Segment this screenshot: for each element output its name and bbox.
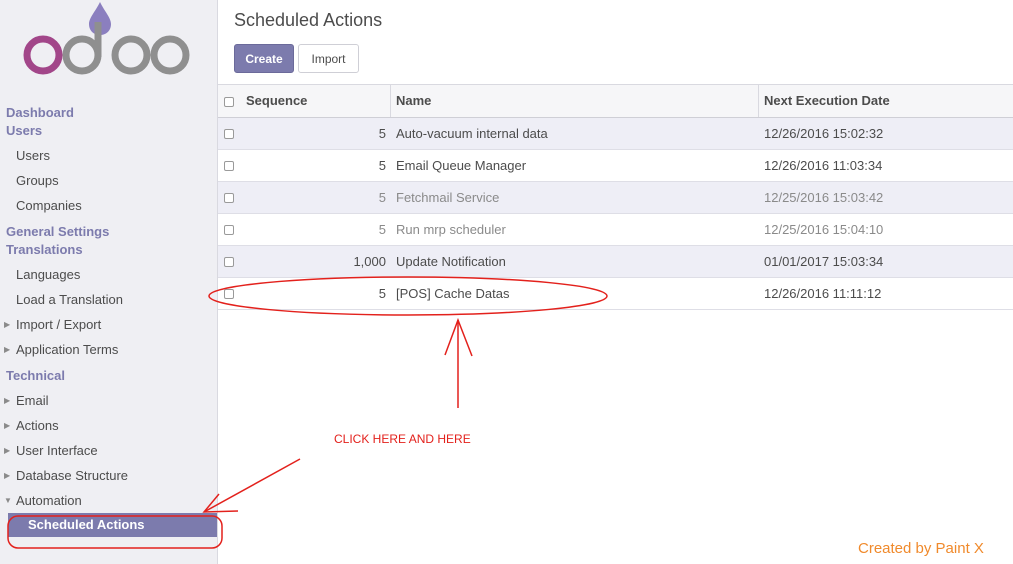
column-divider [758,85,759,117]
create-button[interactable]: Create [234,44,294,73]
odoo-logo[interactable] [20,0,195,82]
sidebar-item-user-interface[interactable]: ▶ User Interface [0,438,217,463]
sidebar-item-groups[interactable]: Groups [0,168,217,193]
scheduled-actions-table: Sequence Name Next Execution Date 5 Auto… [218,84,1013,310]
menu-dashboard[interactable]: Dashboard [0,104,217,122]
column-header-sequence[interactable]: Sequence [246,85,386,117]
cell-next-execution-date: 01/01/2017 15:03:34 [764,254,884,269]
row-checkbox[interactable] [224,129,234,139]
cell-sequence: 5 [378,286,386,301]
sidebar-item-label: Email [16,393,49,408]
caret-right-icon: ▶ [4,446,11,455]
annotation-text: CLICK HERE AND HERE [334,432,471,446]
sidebar-item-label: Companies [16,198,82,213]
cell-name: Run mrp scheduler [396,222,506,237]
table-row[interactable]: 5 Fetchmail Service 12/25/2016 15:03:42 [218,182,1013,214]
cell-sequence: 5 [378,190,386,205]
sidebar-item-label: Application Terms [16,342,119,357]
cell-name: Auto-vacuum internal data [396,126,548,141]
sidebar-menu: Dashboard Users Users Groups Companies G… [0,104,217,537]
table-row[interactable]: 5 Run mrp scheduler 12/25/2016 15:04:10 [218,214,1013,246]
sidebar-item-label: Automation [16,493,82,508]
table-row[interactable]: 1,000 Update Notification 01/01/2017 15:… [218,246,1013,278]
cell-name: Email Queue Manager [396,158,527,173]
sidebar-item-label: User Interface [16,443,98,458]
cell-next-execution-date: 12/25/2016 15:03:42 [764,190,884,205]
cell-next-execution-date: 12/26/2016 15:02:32 [764,126,884,141]
row-checkbox[interactable] [224,225,234,235]
sidebar-item-load-translation[interactable]: Load a Translation [0,287,217,312]
row-checkbox[interactable] [224,161,234,171]
menu-translations-header[interactable]: Translations [0,241,217,259]
row-checkbox[interactable] [224,193,234,203]
cell-next-execution-date: 12/26/2016 11:11:12 [764,286,882,301]
sidebar-item-application-terms[interactable]: ▶ Application Terms [0,337,217,362]
sidebar-item-label: Scheduled Actions [28,517,145,532]
cell-sequence: 5 [378,222,386,237]
watermark-text: Created by Paint X [858,540,984,557]
sidebar-item-label: Groups [16,173,59,188]
column-header-next-execution-date[interactable]: Next Execution Date [764,85,1004,117]
main-content: Scheduled Actions Create Import Sequence… [218,0,1013,564]
sidebar-item-scheduled-actions[interactable]: Scheduled Actions [8,513,217,537]
row-checkbox[interactable] [224,289,234,299]
table-row[interactable]: 5 Email Queue Manager 12/26/2016 11:03:3… [218,150,1013,182]
sidebar-item-label: Languages [16,267,81,282]
menu-users-header[interactable]: Users [0,122,217,140]
sidebar-item-automation[interactable]: ▼ Automation [0,488,217,513]
menu-technical-header[interactable]: Technical [0,367,217,385]
caret-right-icon: ▶ [4,320,11,329]
sidebar: Dashboard Users Users Groups Companies G… [0,0,218,564]
sidebar-item-email[interactable]: ▶ Email [0,388,217,413]
sidebar-item-users[interactable]: Users [0,143,217,168]
sidebar-item-label: Database Structure [16,468,129,483]
menu-general-settings[interactable]: General Settings [0,223,217,241]
caret-right-icon: ▶ [4,345,11,354]
cell-sequence: 5 [378,158,386,173]
caret-right-icon: ▶ [4,421,11,430]
sidebar-item-label: Users [16,148,50,163]
cell-sequence: 1,000 [353,254,386,269]
caret-right-icon: ▶ [4,396,11,405]
caret-right-icon: ▶ [4,471,11,480]
sidebar-item-actions[interactable]: ▶ Actions [0,413,217,438]
sidebar-item-companies[interactable]: Companies [0,193,217,218]
table-row[interactable]: 5 [POS] Cache Datas 12/26/2016 11:11:12 [218,278,1013,310]
import-button[interactable]: Import [298,44,359,73]
cell-name: Update Notification [396,254,506,269]
sidebar-item-label: Load a Translation [16,292,123,307]
sidebar-item-import-export[interactable]: ▶ Import / Export [0,312,217,337]
cell-sequence: 5 [378,126,386,141]
table-row[interactable]: 5 Auto-vacuum internal data 12/26/2016 1… [218,118,1013,150]
cell-next-execution-date: 12/25/2016 15:04:10 [764,222,884,237]
caret-down-icon: ▼ [4,496,12,505]
column-header-name[interactable]: Name [396,85,756,117]
row-checkbox[interactable] [224,257,234,267]
cell-name: Fetchmail Service [396,190,500,205]
sidebar-item-label: Import / Export [16,317,102,332]
sidebar-item-database-structure[interactable]: ▶ Database Structure [0,463,217,488]
sidebar-item-languages[interactable]: Languages [0,262,217,287]
select-all-checkbox[interactable] [224,97,234,107]
page-title: Scheduled Actions [234,10,383,30]
cell-name: [POS] Cache Datas [396,286,510,301]
column-divider [390,85,391,117]
sidebar-item-label: Actions [16,418,59,433]
cell-next-execution-date: 12/26/2016 11:03:34 [764,158,883,173]
table-header: Sequence Name Next Execution Date [218,85,1013,118]
